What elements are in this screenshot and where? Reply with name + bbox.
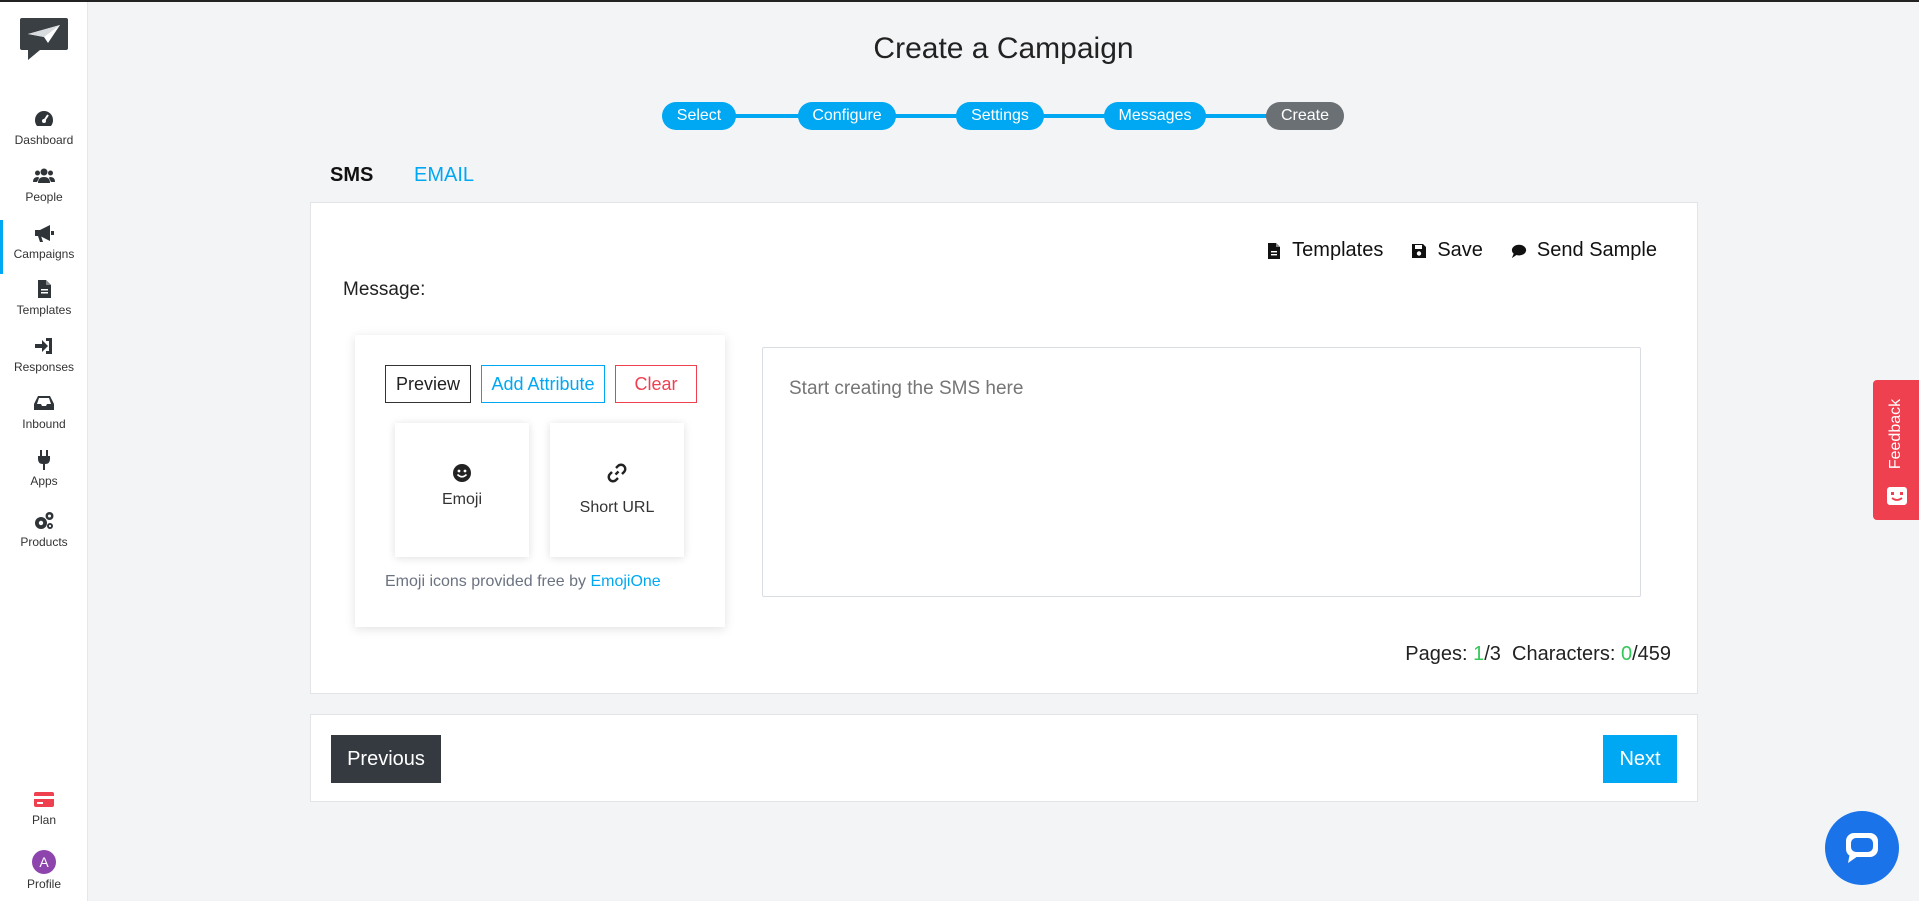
step-messages[interactable]: Messages: [1104, 102, 1206, 130]
save-label: Save: [1437, 239, 1483, 261]
sidebar-item-label: Products: [20, 535, 68, 549]
sidebar-item-products[interactable]: Products: [0, 510, 88, 564]
emojione-link[interactable]: EmojiOne: [590, 573, 660, 590]
message-actions: Templates Save Send Sample: [1266, 239, 1657, 262]
smile-icon: [453, 464, 471, 482]
sidebar-item-label: Plan: [31, 813, 57, 827]
tab-sms[interactable]: SMS: [330, 164, 373, 187]
short-url-label: Short URL: [579, 499, 655, 516]
wizard-footer: Previous Next: [310, 714, 1698, 802]
send-sample-label: Send Sample: [1536, 239, 1657, 261]
sidebar-item-label: Campaigns: [13, 247, 75, 261]
message-label: Message:: [343, 279, 426, 300]
next-button[interactable]: Next: [1603, 735, 1677, 783]
plug-icon: [38, 450, 50, 470]
wizard-stepper: Select Configure Settings Messages Creat…: [662, 102, 1346, 130]
inbox-icon: [34, 396, 54, 410]
add-attribute-button[interactable]: Add Attribute: [481, 365, 605, 403]
comment-icon: [1511, 244, 1527, 258]
save-icon: [1412, 243, 1427, 258]
credit-card-icon: [34, 792, 54, 807]
templates-button[interactable]: Templates: [1266, 239, 1383, 262]
characters-current: 0: [1620, 643, 1633, 665]
credit-text: Emoji icons provided free by: [385, 573, 586, 590]
avatar: A: [32, 850, 56, 874]
file-icon: [1268, 242, 1281, 259]
feedback-tab[interactable]: Feedback: [1873, 380, 1919, 520]
sidebar-item-label: People: [25, 190, 63, 204]
step-select[interactable]: Select: [662, 102, 736, 130]
link-icon: [607, 463, 627, 483]
message-toolbox: Preview Add Attribute Clear Emoji Short …: [355, 335, 725, 627]
feedback-face-icon: [1887, 487, 1907, 505]
sidebar-item-label: Profile: [26, 877, 61, 891]
dashboard-icon: [34, 111, 54, 126]
save-button[interactable]: Save: [1411, 239, 1483, 262]
sign-in-icon: [35, 338, 52, 354]
pages-total: /3: [1484, 643, 1501, 665]
chat-widget-button[interactable]: [1825, 811, 1899, 885]
sidebar-item-label: Templates: [16, 303, 72, 317]
templates-label: Templates: [1292, 239, 1384, 261]
sms-message-input[interactable]: [762, 347, 1641, 597]
emoji-label: Emoji: [441, 491, 482, 508]
page-title: Create a Campaign: [873, 32, 1134, 65]
sms-counter: Pages: 1/3 Characters: 0/459: [1405, 643, 1671, 666]
sidebar-item-templates[interactable]: Templates: [0, 278, 88, 332]
chat-icon: [1846, 833, 1878, 863]
tab-email[interactable]: EMAIL: [414, 164, 474, 187]
emoji-button[interactable]: Emoji: [395, 423, 529, 557]
sidebar-item-label: Apps: [30, 474, 58, 488]
sidebar-item-inbound[interactable]: Inbound: [0, 392, 88, 446]
sidebar-item-label: Responses: [13, 360, 75, 374]
sidebar-item-campaigns[interactable]: Campaigns: [0, 220, 88, 276]
preview-button[interactable]: Preview: [385, 365, 471, 403]
message-card: Templates Save Send Sample Message: Prev…: [310, 202, 1698, 694]
sidebar-item-label: Inbound: [22, 417, 66, 431]
characters-total: /459: [1632, 643, 1671, 665]
sidebar-item-apps[interactable]: Apps: [0, 449, 88, 503]
step-configure[interactable]: Configure: [798, 102, 896, 130]
clear-button[interactable]: Clear: [615, 365, 697, 403]
sidebar-item-people[interactable]: People: [0, 165, 88, 219]
cogs-icon: [35, 512, 54, 529]
sidebar: Dashboard People Campaigns Templates Res…: [0, 2, 88, 901]
step-create[interactable]: Create: [1266, 102, 1344, 130]
sidebar-item-label: Dashboard: [14, 133, 74, 147]
sidebar-item-profile[interactable]: A Profile: [0, 850, 88, 901]
pages-current: 1: [1473, 643, 1485, 665]
pages-label: Pages:: [1405, 643, 1468, 665]
send-sample-button[interactable]: Send Sample: [1511, 239, 1657, 262]
emoji-credit: Emoji icons provided free by EmojiOne: [385, 573, 661, 591]
feedback-label: Feedback: [1887, 398, 1904, 470]
sidebar-item-plan[interactable]: Plan: [0, 788, 88, 842]
short-url-button[interactable]: Short URL: [550, 423, 684, 557]
previous-button[interactable]: Previous: [331, 735, 441, 783]
sidebar-item-dashboard[interactable]: Dashboard: [0, 108, 88, 162]
file-icon: [38, 280, 51, 298]
people-icon: [33, 168, 55, 183]
megaphone-icon: [35, 225, 54, 242]
characters-label: Characters:: [1512, 643, 1616, 665]
step-settings[interactable]: Settings: [956, 102, 1044, 130]
sidebar-item-responses[interactable]: Responses: [0, 335, 88, 389]
